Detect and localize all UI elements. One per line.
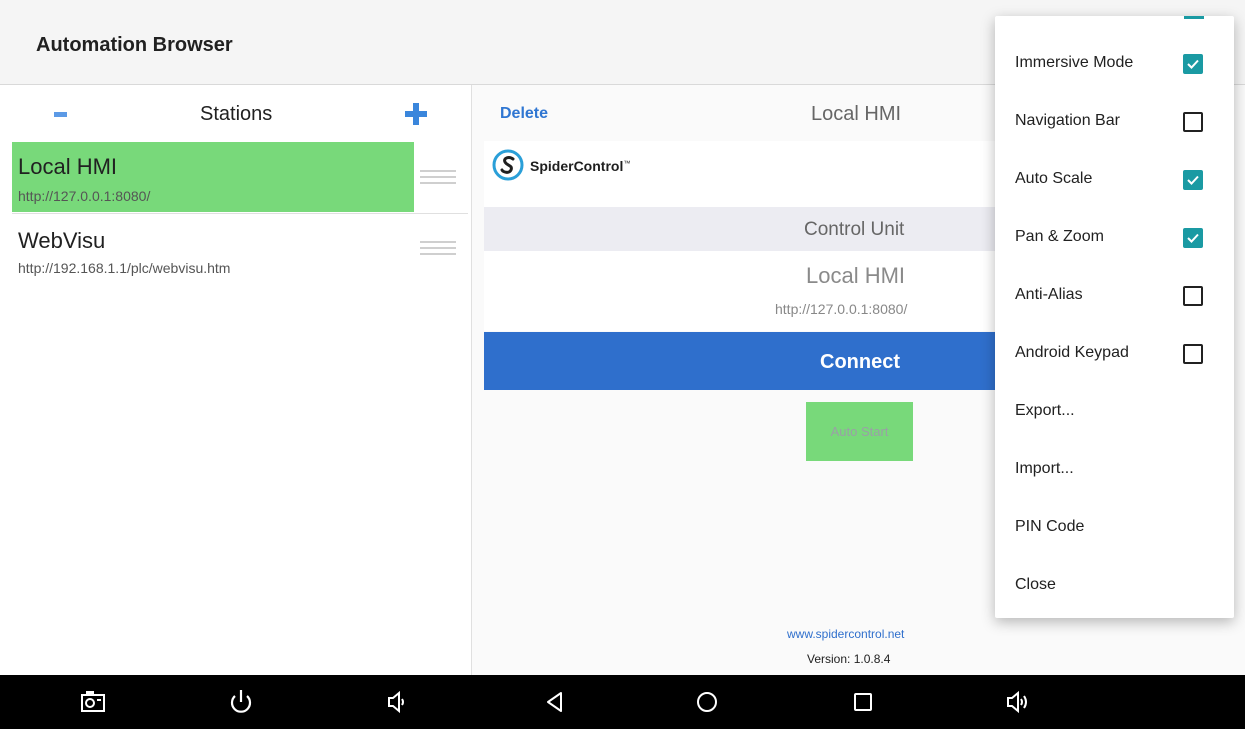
detail-title: Local HMI [811,103,902,125]
menu-item-immersive-mode[interactable]: Immersive Mode [995,36,1234,94]
auto-start-label: Auto Start [830,424,889,439]
checkbox-checked-icon[interactable] [1183,170,1203,190]
drag-handle-icon[interactable] [420,241,456,255]
divider [12,213,468,214]
stations-title: Stations [200,103,273,125]
checkbox-unchecked-icon[interactable] [1183,286,1203,306]
volume-down-icon[interactable] [381,689,411,715]
back-icon[interactable] [540,689,570,715]
menu-item-label: Export... [1015,402,1075,419]
menu-item-anti-alias[interactable]: Anti-Alias [995,268,1234,326]
control-unit-label: Control Unit [804,219,905,240]
station-url: http://127.0.0.1:8080/ [18,188,151,204]
menu-item-pan-zoom[interactable]: Pan & Zoom [995,210,1234,268]
station-item-webvisu[interactable]: WebVisu http://192.168.1.1/plc/webvisu.h… [0,215,468,285]
menu-item-import[interactable]: Import... [995,442,1234,500]
hmi-url: http://127.0.0.1:8080/ [775,301,908,317]
drag-handle-icon[interactable] [420,170,456,184]
hmi-name: Local HMI [806,263,906,288]
logo-wordmark: SpiderControl [530,158,624,174]
station-url: http://192.168.1.1/plc/webvisu.htm [18,260,231,276]
checkbox-checked-icon[interactable] [1183,228,1203,248]
stations-header: Stations [0,85,471,141]
power-icon[interactable] [226,689,256,715]
plus-icon[interactable] [405,103,427,125]
menu-item-label: PIN Code [1015,518,1085,535]
menu-item-navigation-bar[interactable]: Navigation Bar [995,94,1234,152]
menu-item-label: Immersive Mode [1015,54,1134,71]
overflow-menu: Immersive Mode Navigation Bar Auto Scale… [995,16,1234,618]
home-icon[interactable] [692,689,722,715]
website-link[interactable]: www.spidercontrol.net [787,627,904,641]
menu-item-label: Close [1015,576,1056,593]
menu-item-close[interactable]: Close [995,558,1234,616]
station-name: WebVisu [18,228,106,253]
recents-icon[interactable] [848,689,878,715]
spidercontrol-logo-icon [492,149,524,181]
screenshot-icon[interactable] [78,689,108,715]
menu-item-label: Navigation Bar [1015,112,1120,129]
station-item-local-hmi[interactable]: Local HMI http://127.0.0.1:8080/ [0,142,468,212]
system-nav-bar [0,675,1245,729]
menu-item-auto-scale[interactable]: Auto Scale [995,152,1234,210]
delete-button[interactable]: Delete [500,105,548,123]
checkbox-unchecked-icon[interactable] [1183,112,1203,132]
app-title: Automation Browser [36,34,233,56]
logo-text: SpiderControl™ [530,158,630,174]
stations-pane: Stations Local HMI http://127.0.0.1:8080… [0,85,472,675]
menu-item-label: Pan & Zoom [1015,228,1104,245]
version-text: Version: 1.0.8.4 [807,652,891,666]
connect-button-label: Connect [820,351,900,373]
menu-item-label: Anti-Alias [1015,286,1083,303]
menu-item-pin-code[interactable]: PIN Code [995,500,1234,558]
minus-icon[interactable] [54,112,67,117]
menu-scroll-indicator [1184,16,1204,19]
menu-item-label: Android Keypad [1015,344,1129,361]
station-name: Local HMI [18,154,118,179]
menu-item-label: Auto Scale [1015,170,1093,187]
trademark: ™ [623,160,631,168]
checkbox-unchecked-icon[interactable] [1183,344,1203,364]
checkbox-checked-icon[interactable] [1183,54,1203,74]
menu-item-export[interactable]: Export... [995,384,1234,442]
auto-start-button[interactable]: Auto Start [806,402,913,461]
menu-item-label: Import... [1015,460,1074,477]
menu-item-android-keypad[interactable]: Android Keypad [995,326,1234,384]
volume-up-icon[interactable] [1002,689,1032,715]
